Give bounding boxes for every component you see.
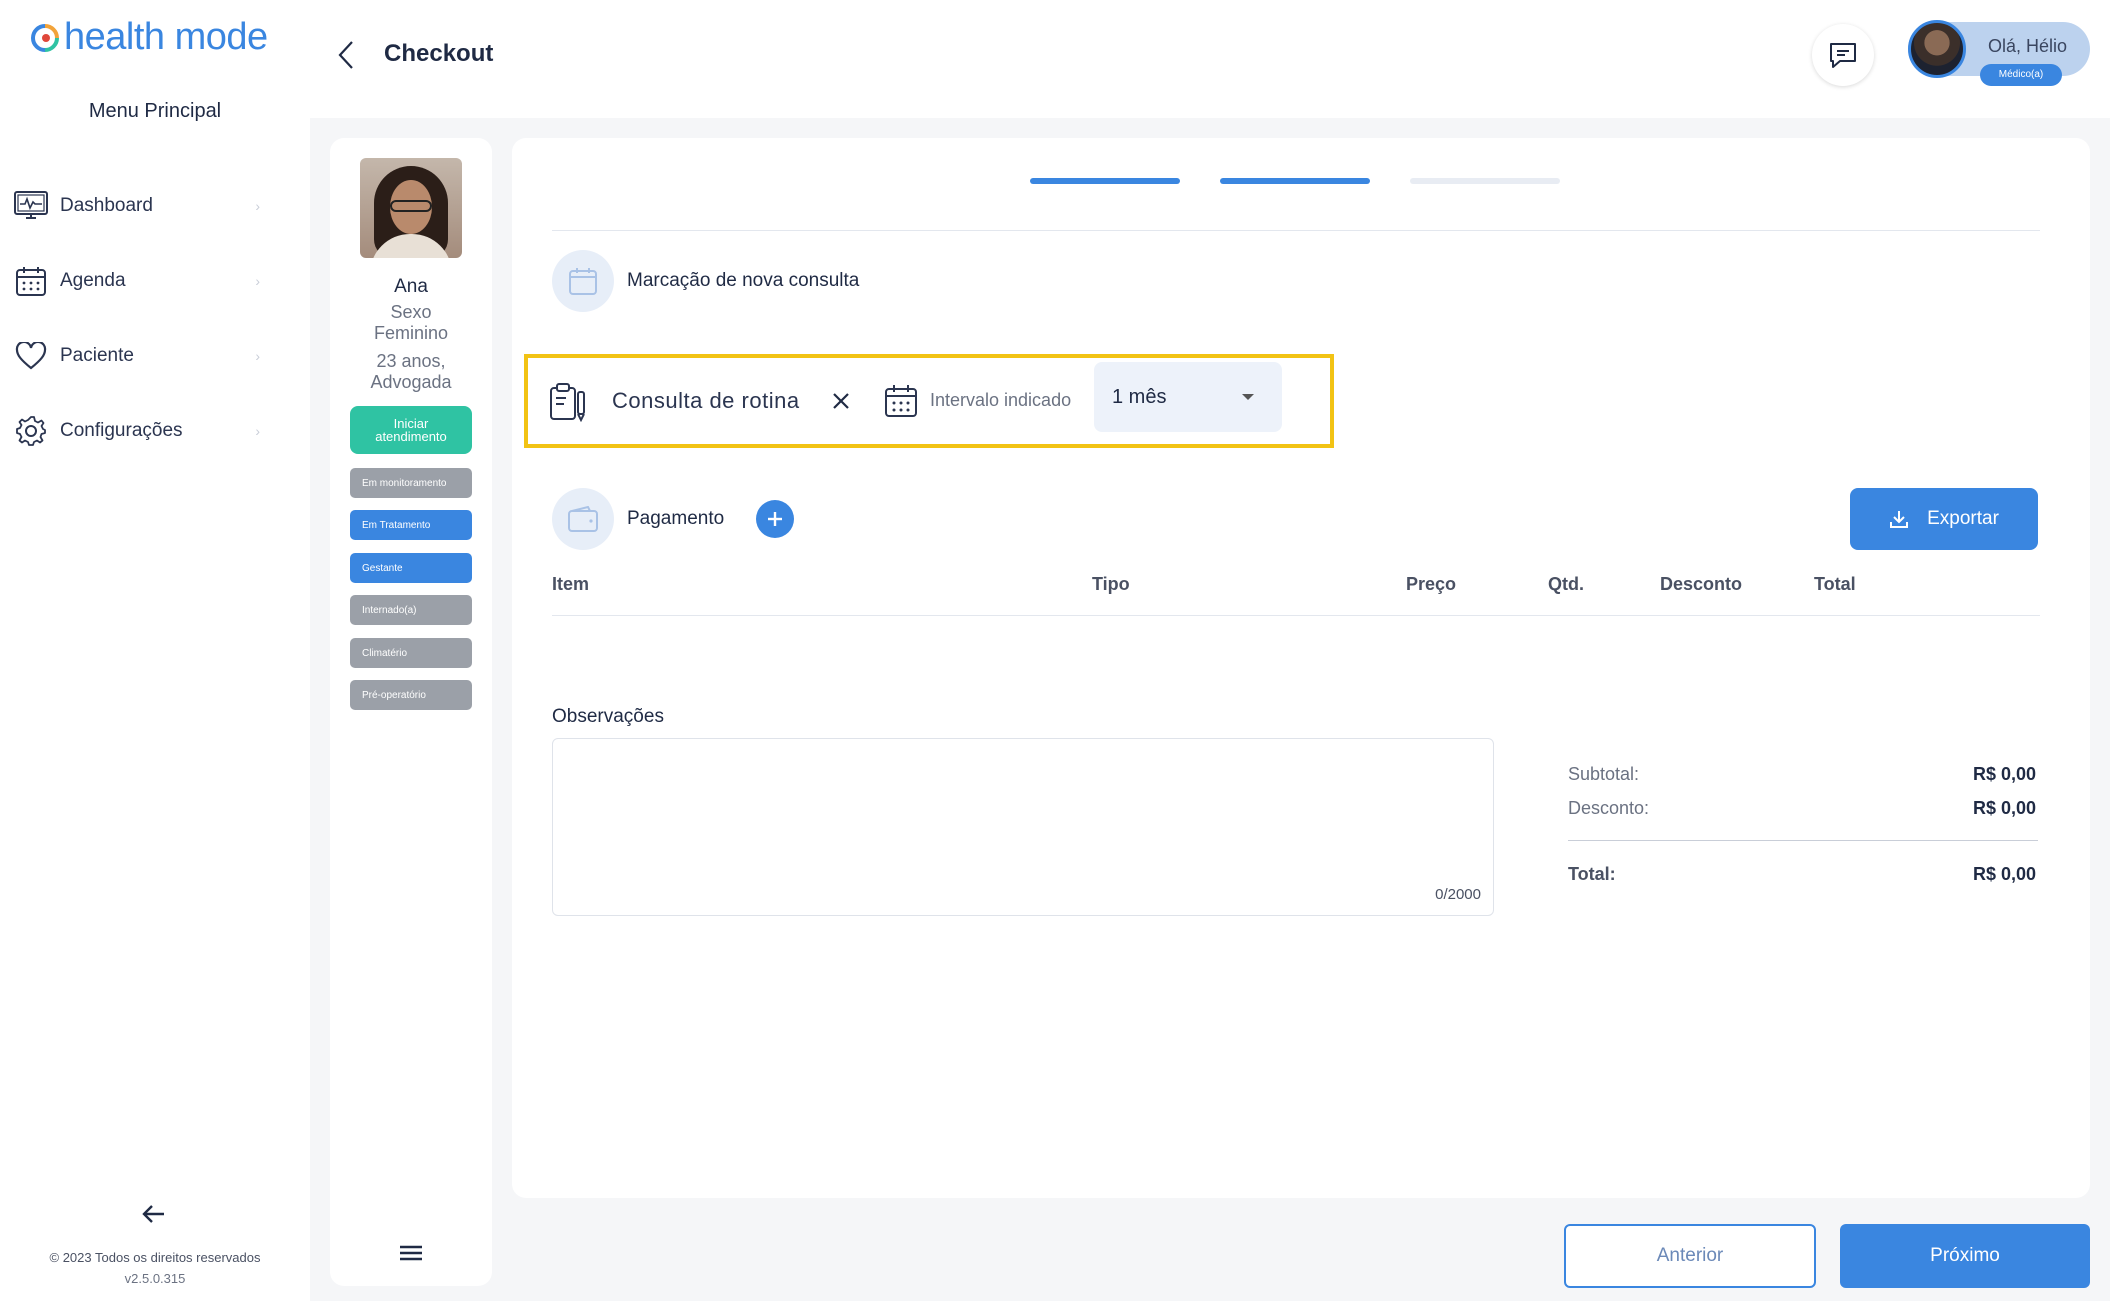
- arrow-left-icon[interactable]: [138, 1198, 170, 1230]
- clipboard-icon: [550, 383, 585, 422]
- calendar-icon: [14, 264, 48, 298]
- chat-button[interactable]: [1812, 24, 1874, 86]
- chevron-right-icon: ›: [255, 273, 260, 289]
- avatar: [1908, 20, 1966, 78]
- table-header-item: Item: [552, 574, 590, 594]
- tag-em-tratamento[interactable]: Em Tratamento: [350, 510, 472, 540]
- interval-select[interactable]: 1 mês: [1094, 362, 1282, 432]
- discount-value: R$ 0,00: [1972, 798, 2036, 818]
- interval-selected-value: 1 mês: [1112, 385, 1167, 408]
- steps-divider: [552, 230, 2040, 231]
- step-indicator-2: [1220, 178, 1370, 184]
- user-greeting: Olá, Hélio: [1988, 36, 2068, 56]
- sidebar-item-label: Paciente: [60, 345, 134, 366]
- sidebar-item-agenda[interactable]: Agenda ›: [14, 261, 260, 301]
- gear-icon: [14, 414, 48, 448]
- footer-version: v2.5.0.315: [124, 1271, 186, 1286]
- user-menu[interactable]: Olá, Hélio Médico(a): [1908, 20, 2090, 86]
- chevron-right-icon: ›: [255, 348, 260, 364]
- total-label: Total:: [1568, 864, 1616, 884]
- table-header-tipo: Tipo: [1092, 574, 1130, 594]
- tag-climaterio[interactable]: Climatério: [350, 638, 472, 668]
- caret-down-icon: [1242, 394, 1254, 400]
- payment-title: Pagamento: [627, 508, 725, 529]
- patient-sex-label: Sexo: [390, 302, 432, 322]
- tag-gestante[interactable]: Gestante: [350, 553, 472, 583]
- footer-copyright: © 2023 Todos os direitos reservados: [49, 1250, 261, 1265]
- chevron-right-icon: ›: [255, 423, 260, 439]
- add-payment-button[interactable]: [756, 500, 794, 538]
- table-header-preco: Preço: [1406, 574, 1457, 594]
- top-header: Checkout Olá, Hélio Médico(a): [310, 0, 2110, 118]
- previous-button[interactable]: Anterior: [1564, 1224, 1816, 1288]
- patient-age: 23 anos,: [376, 351, 446, 371]
- patient-occupation: Advogada: [370, 372, 452, 392]
- subtotal-value: R$ 0,00: [1972, 764, 2036, 784]
- monitor-icon: [14, 189, 48, 223]
- calendar-icon: [569, 268, 597, 295]
- table-header-qtd: Qtd.: [1548, 574, 1584, 594]
- step-indicator-3: [1410, 178, 1560, 184]
- wallet-icon: [568, 506, 598, 532]
- tag-pre-operatorio[interactable]: Pré-operatório: [350, 680, 472, 710]
- page-title: Checkout: [384, 40, 494, 67]
- patient-sex-value: Feminino: [373, 323, 449, 343]
- patient-card: Ana Sexo Feminino 23 anos, Advogada Inic…: [330, 138, 492, 1286]
- sidebar-item-label: Dashboard: [60, 195, 153, 216]
- observations-label: Observações: [552, 706, 664, 727]
- observations-counter: 0/2000: [1435, 886, 1481, 903]
- close-icon[interactable]: [826, 386, 856, 416]
- next-button[interactable]: Próximo: [1840, 1224, 2090, 1288]
- discount-label: Desconto:: [1568, 798, 1650, 818]
- sidebar-item-label: Agenda: [60, 270, 126, 291]
- step-indicator-1: [1030, 178, 1180, 184]
- sidebar-item-configuracoes[interactable]: Configurações ›: [14, 411, 260, 451]
- table-header-desconto: Desconto: [1660, 574, 1743, 594]
- chevron-left-icon[interactable]: [332, 38, 364, 72]
- interval-label: Intervalo indicado: [930, 390, 1072, 410]
- hamburger-menu-icon[interactable]: [398, 1242, 424, 1264]
- plus-icon: [768, 512, 782, 526]
- export-button[interactable]: Exportar: [1850, 488, 2038, 550]
- tag-internado[interactable]: Internado(a): [350, 595, 472, 625]
- tag-em-monitoramento[interactable]: Em monitoramento: [350, 468, 472, 498]
- table-header-divider: [552, 615, 2040, 616]
- heart-icon: [14, 339, 48, 373]
- user-role-badge: Médico(a): [1980, 64, 2062, 86]
- chat-icon: [1830, 43, 1856, 68]
- summary-divider: [1568, 840, 2038, 841]
- brand-name: health mode: [64, 16, 268, 58]
- new-appointment-title: Marcação de nova consulta: [627, 270, 860, 291]
- checkout-panel: Marcação de nova consulta Consulta de ro…: [512, 138, 2090, 1198]
- start-appointment-button[interactable]: Iniciar atendimento: [350, 406, 472, 454]
- observations-textarea[interactable]: 0/2000: [552, 738, 1494, 916]
- sidebar: health mode Menu Principal Dashboard › A…: [0, 0, 310, 1301]
- logo-mark-icon: [31, 23, 59, 52]
- export-button-label: Exportar: [1927, 508, 1999, 529]
- section-icon: [552, 250, 614, 312]
- table-header-total: Total: [1814, 574, 1856, 594]
- subtotal-label: Subtotal:: [1568, 764, 1640, 784]
- patient-name: Ana: [394, 276, 428, 297]
- sidebar-item-dashboard[interactable]: Dashboard ›: [14, 186, 260, 226]
- section-icon: [552, 488, 614, 550]
- download-icon: [1890, 511, 1909, 528]
- patient-photo: [360, 158, 462, 258]
- sidebar-item-label: Configurações: [60, 420, 183, 441]
- total-value: R$ 0,00: [1972, 864, 2036, 884]
- brand-logo[interactable]: health mode: [30, 16, 268, 59]
- chevron-right-icon: ›: [255, 198, 260, 214]
- consultation-type-label: Consulta de rotina: [612, 388, 800, 413]
- sidebar-item-paciente[interactable]: Paciente ›: [14, 336, 260, 376]
- menu-title: Menu Principal: [88, 100, 222, 122]
- calendar-icon: [885, 385, 917, 417]
